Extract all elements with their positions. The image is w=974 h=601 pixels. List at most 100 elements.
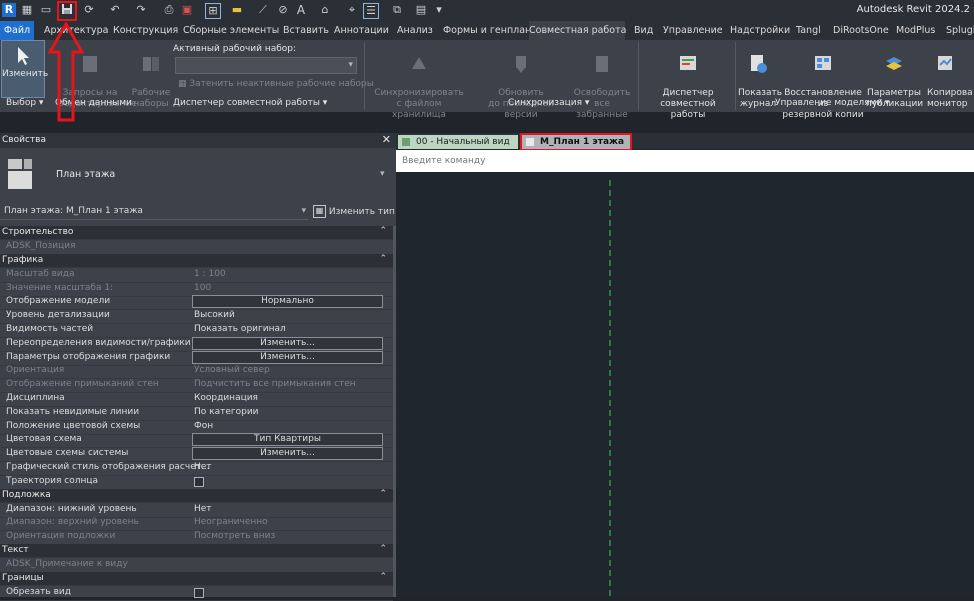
view-tab-highlight-box: [520, 133, 632, 151]
category-header[interactable]: Подложка ⌃: [0, 488, 393, 503]
gray-inactive-worksets-button[interactable]: ▦ Затенить неактивные рабочие наборы: [178, 79, 374, 89]
tile-windows-icon[interactable]: ▤: [414, 3, 428, 17]
close-view-icon[interactable]: ▣: [180, 3, 194, 17]
relinquish-all-button[interactable]: Освободить все забранные: [570, 42, 634, 121]
3d-view-icon[interactable]: ⌂: [318, 3, 332, 17]
tab-annotate[interactable]: Аннотации: [334, 21, 389, 40]
tab-structure[interactable]: Конструкция: [113, 21, 178, 40]
property-row[interactable]: Отображение модели Нормально: [0, 295, 393, 311]
property-value: 100: [194, 282, 212, 293]
tab-prefab[interactable]: Сборные элементы: [183, 21, 279, 40]
property-row: Ориентация подложки Посмотреть вниз: [0, 530, 393, 546]
command-input[interactable]: [400, 153, 964, 169]
category-header[interactable]: Графика ⌃: [0, 253, 393, 268]
properties-palette: Свойства ✕ План этажа ▾ План этажа: М_Пл…: [0, 133, 396, 601]
show-history-button[interactable]: Показать журнал: [738, 42, 782, 110]
ribbon-separator: [364, 42, 365, 110]
collapse-icon[interactable]: ⌃: [379, 489, 387, 499]
section-icon[interactable]: ⌖: [345, 3, 359, 17]
property-row[interactable]: Диапазон: нижний уровень Нет: [0, 503, 393, 518]
property-row[interactable]: Цветовые схемы системы Изменить...: [0, 447, 393, 463]
instance-selector-dropdown[interactable]: План этажа: М_План 1 этажа ▾: [0, 204, 308, 220]
worksharing-monitor-button[interactable]: Диспетчер совместной работы: [643, 42, 733, 121]
command-line[interactable]: [396, 150, 974, 172]
category-header[interactable]: Строительство ⌃: [0, 226, 393, 240]
tab-file[interactable]: Файл: [0, 21, 34, 40]
property-value-button[interactable]: Изменить...: [192, 336, 383, 350]
modify-button[interactable]: Изменить: [1, 40, 48, 98]
property-value-button[interactable]: Изменить...: [192, 447, 383, 461]
tab-analyze[interactable]: Анализ: [397, 21, 433, 40]
category-header[interactable]: Текст ⌃: [0, 544, 393, 558]
revit-logo-icon[interactable]: R: [2, 3, 16, 17]
restore-backup-button[interactable]: Восстановление из резервной копии: [781, 42, 865, 121]
property-row[interactable]: Траектория солнца: [0, 475, 393, 490]
close-hidden-icon[interactable]: ⧉: [390, 3, 404, 17]
collapse-icon[interactable]: ⌃: [379, 254, 387, 264]
property-row[interactable]: Показать невидимые линии По категории: [0, 406, 393, 421]
tab-dirootsone[interactable]: DiRootsOne: [833, 21, 889, 40]
property-checkbox[interactable]: [194, 587, 204, 598]
quick-access-toolbar: R ▦ ▭ ⟳ ↶ ↷ ⎙ ▣ ⊞ ▬ ⟋ ⊘ A ⌂ ⌖ ☰ ⧉ ▤ ▾ Au…: [0, 0, 974, 21]
property-value-button[interactable]: Тип Квартиры: [192, 433, 383, 447]
property-value: Нет: [194, 462, 212, 472]
property-value-button[interactable]: Нормально: [192, 295, 383, 309]
sync-panel-label[interactable]: Синхронизация ▾: [508, 98, 589, 108]
property-row[interactable]: Положение цветовой схемы Фон: [0, 420, 393, 435]
collapse-icon[interactable]: ⌃: [379, 572, 387, 582]
copy-monitor-button[interactable]: Копирова монитор: [927, 42, 974, 110]
measure-icon[interactable]: ▬: [230, 3, 244, 17]
manage-models-panel-label[interactable]: Управление моделями ▾: [775, 98, 890, 108]
property-row[interactable]: Обрезать вид: [0, 586, 393, 601]
sync-central-button[interactable]: Синхронизировать с файлом хранилища: [369, 42, 469, 121]
thin-lines-icon[interactable]: ⊞: [205, 3, 221, 19]
collapse-icon[interactable]: ⌃: [379, 544, 387, 554]
category-header[interactable]: Границы ⌃: [0, 571, 393, 586]
collapse-icon[interactable]: ⌃: [379, 226, 387, 236]
edit-type-button[interactable]: ▦ Изменить тип: [313, 205, 395, 218]
open-folder-icon[interactable]: ▭: [39, 3, 53, 17]
tag-icon[interactable]: ⊘: [276, 3, 290, 17]
open-icon[interactable]: ▦: [20, 3, 34, 17]
tab-addins[interactable]: Надстройки: [730, 21, 790, 40]
red-arrow-annotation: [48, 22, 84, 122]
worksharing-panel-label[interactable]: Диспетчер совместной работы ▾: [173, 98, 327, 108]
customize-icon[interactable]: ▾: [432, 3, 446, 17]
redo-icon[interactable]: ↷: [134, 3, 148, 17]
sync-icon[interactable]: ⟳: [82, 3, 96, 17]
property-row[interactable]: Параметры отображения графики Изменить...: [0, 350, 393, 366]
property-row[interactable]: Графический стиль отображения расчет... Н…: [0, 461, 393, 476]
dimension-icon[interactable]: ⟋: [256, 3, 270, 17]
switch-windows-icon[interactable]: ☰: [363, 3, 379, 19]
print-icon[interactable]: ⎙: [162, 3, 176, 17]
reload-latest-button[interactable]: Обновить до последней версии: [475, 42, 567, 121]
property-row[interactable]: Переопределения видимости/графики Изменит…: [0, 336, 393, 352]
active-workset-dropdown[interactable]: ▾: [175, 57, 357, 74]
drawing-canvas[interactable]: [396, 172, 974, 597]
text-icon[interactable]: A: [294, 3, 308, 17]
property-value-button[interactable]: Изменить...: [192, 350, 383, 364]
property-row[interactable]: Видимость частей Показать оригинал: [0, 323, 393, 338]
property-label: Масштаб вида: [6, 268, 75, 279]
undo-icon[interactable]: ↶: [108, 3, 122, 17]
close-icon[interactable]: ✕: [382, 133, 391, 146]
tab-modplus[interactable]: ModPlus: [896, 21, 935, 40]
property-row[interactable]: Уровень детализации Высокий: [0, 309, 393, 325]
tab-collaborate[interactable]: Совместная работа: [529, 21, 626, 40]
tab-view[interactable]: Вид: [634, 21, 653, 40]
tab-splugi[interactable]: Splugi: [946, 21, 974, 40]
property-row[interactable]: Цветовая схема Тип Квартиры: [0, 433, 393, 449]
tab-insert[interactable]: Вставить: [283, 21, 329, 40]
worksets-button[interactable]: Рабочие наборы: [130, 42, 172, 110]
property-row[interactable]: Дисциплина Координация: [0, 392, 393, 407]
property-label: Графический стиль отображения расчет...: [6, 462, 210, 472]
property-value: 1 : 100: [194, 268, 226, 279]
tab-manage[interactable]: Управление: [663, 21, 723, 40]
select-panel-label[interactable]: Выбор ▾: [6, 98, 43, 108]
property-checkbox[interactable]: [194, 476, 204, 487]
tab-tangl[interactable]: Tangl: [796, 21, 821, 40]
tab-massing-site[interactable]: Формы и генплан: [443, 21, 531, 40]
type-selector-chevron-icon[interactable]: ▾: [380, 169, 385, 179]
view-tab-start[interactable]: 00 - Начальный вид: [398, 135, 518, 149]
property-label: Положение цветовой схемы: [6, 420, 141, 431]
